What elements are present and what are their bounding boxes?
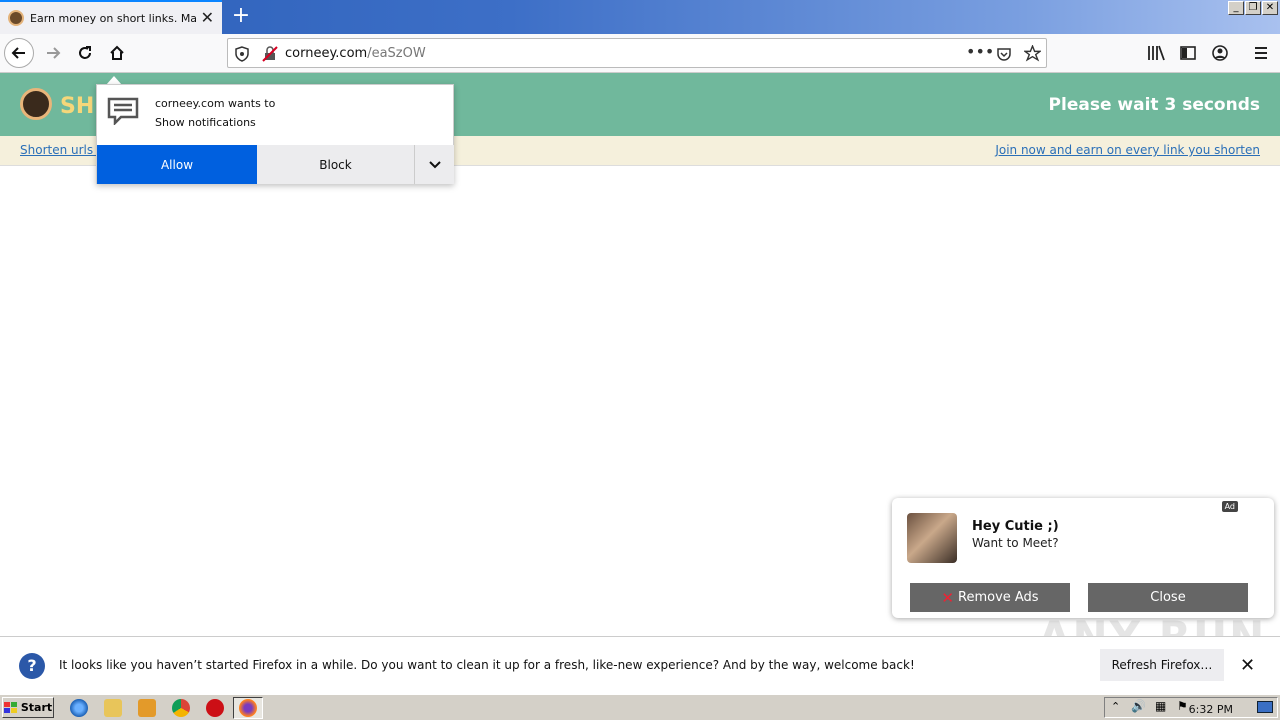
remove-ads-button[interactable]: ✕ Remove Ads [910,583,1070,612]
flag-icon[interactable]: ⚑ [1177,699,1188,713]
question-icon: ? [19,653,45,679]
media-player-icon[interactable] [138,699,156,717]
tray-expand-icon[interactable]: ⌃ [1111,700,1120,713]
browser-tab[interactable]: Earn money on short links. Make sh ✕ [0,0,222,34]
windows-logo-icon [3,701,17,713]
remove-x-icon: ✕ [941,588,954,607]
notification-permission-prompt: corneey.com wants to Show notifications … [96,84,454,184]
window-controls: _ ❐ ✕ [1228,1,1278,15]
ad-title[interactable]: Hey Cutie ;) [972,519,1059,534]
block-button[interactable]: Block [257,145,415,184]
close-icon[interactable]: ✕ [1240,655,1255,676]
reload-icon [79,46,91,59]
back-arrow-icon [11,47,25,59]
url-bar[interactable]: corneey.com/eaSzOW ••• [227,38,1047,68]
chevron-down-icon [428,160,441,168]
clock[interactable]: 6:32 PM [1189,703,1233,716]
minimize-button[interactable]: _ [1228,1,1244,15]
internet-explorer-icon[interactable] [70,699,88,717]
site-logo-icon[interactable] [20,88,52,120]
reload-button[interactable] [70,38,100,68]
restore-button[interactable]: ❐ [1245,1,1261,15]
home-icon [110,45,124,60]
prompt-origin-text: corneey.com wants to [155,97,276,110]
forward-button[interactable] [38,38,68,68]
chrome-icon[interactable] [172,699,190,717]
shorten-urls-link[interactable]: Shorten urls a [20,143,104,157]
allow-button[interactable]: Allow [97,145,257,184]
close-tab-icon[interactable]: ✕ [201,8,214,27]
volume-icon[interactable]: 🔊 [1131,699,1146,713]
close-ad-button[interactable]: Close [1088,583,1248,612]
start-button[interactable]: Start [2,697,54,718]
navigation-toolbar: corneey.com/eaSzOW ••• [0,34,1280,73]
page-actions-icon[interactable]: ••• [966,42,994,61]
network-icon[interactable]: ▦ [1155,699,1166,713]
url-text[interactable]: corneey.com/eaSzOW [285,46,426,61]
shield-icon[interactable] [235,46,249,62]
new-tab-button[interactable]: + [228,2,254,30]
ad-subtitle[interactable]: Want to Meet? [972,536,1059,550]
bookmark-star-icon[interactable] [1024,45,1041,62]
firefox-notification-bar: ? It looks like you haven’t started Fire… [0,636,1280,692]
ad-thumbnail[interactable] [907,513,957,563]
opera-icon[interactable] [206,699,224,717]
sidebar-icon[interactable] [1180,45,1196,61]
site-logo-text[interactable]: SH [60,94,94,119]
hamburger-menu-icon[interactable] [1253,45,1269,61]
tab-strip: Earn money on short links. Make sh ✕ + _… [0,0,1280,34]
firefox-icon [239,699,257,717]
refresh-firefox-button[interactable]: Refresh Firefox… [1100,649,1224,681]
close-window-button[interactable]: ✕ [1262,1,1278,15]
ad-badge: Ad [1221,501,1238,512]
tab-title: Earn money on short links. Make sh [30,11,196,25]
join-now-link[interactable]: Join now and earn on every link you shor… [995,143,1260,157]
system-tray: ⌃ 🔊 ▦ ⚑ 6:32 PM [1104,697,1278,718]
wait-message: Please wait 3 seconds [1048,95,1260,115]
show-desktop-icon[interactable] [1257,701,1273,713]
insecure-lock-icon[interactable] [262,46,278,62]
site-favicon-icon [8,10,24,26]
prompt-permission-text: Show notifications [155,116,256,129]
taskbar: Start ⌃ 🔊 ▦ ⚑ 6:32 PM [0,694,1280,720]
library-icon[interactable] [1147,45,1165,61]
taskbar-firefox-button[interactable] [233,697,263,719]
home-button[interactable] [102,38,132,68]
notification-message: It looks like you haven’t started Firefo… [59,658,915,672]
account-icon[interactable] [1212,45,1228,61]
file-explorer-icon[interactable] [104,699,122,717]
notification-chat-icon [107,97,139,125]
ad-popup: Ad Hey Cutie ;) Want to Meet? ✕ Remove A… [892,498,1274,618]
back-button[interactable] [4,38,34,68]
pocket-icon[interactable] [996,46,1012,62]
prompt-more-options-button[interactable] [415,145,454,184]
forward-arrow-icon [47,47,61,59]
